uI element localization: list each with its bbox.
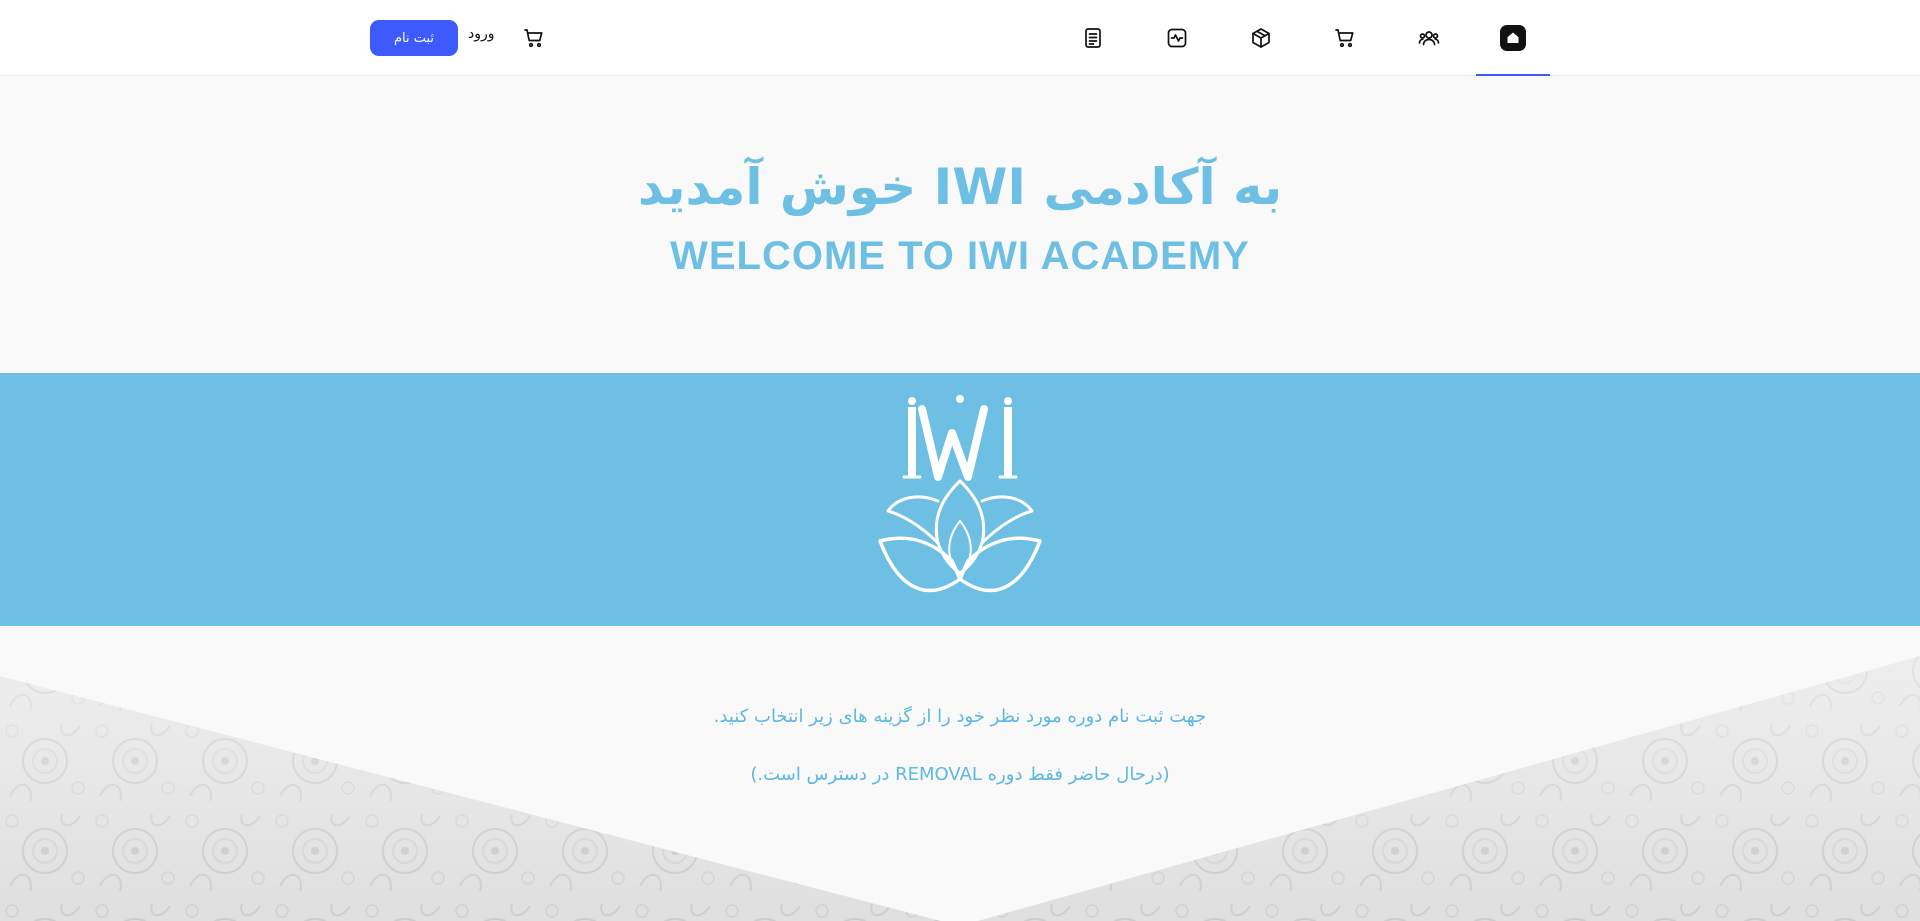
nav-activity[interactable] [1140, 0, 1214, 76]
login-link[interactable]: ورود [468, 26, 495, 42]
box-icon [1252, 28, 1270, 48]
shopping-cart-icon [1335, 29, 1354, 48]
nav-cart[interactable] [1308, 0, 1382, 76]
course-availability-note: (درحال حاضر فقط دوره REMOVAL در دسترس اس… [750, 764, 1170, 785]
top-navbar: ورود ثبت نام [0, 0, 1920, 76]
shopping-cart-icon [524, 29, 543, 48]
cart-button[interactable] [520, 24, 548, 52]
welcome-title-en: WELCOME TO IWI ACADEMY [670, 234, 1250, 278]
home-icon [1500, 25, 1526, 51]
users-icon [1418, 31, 1440, 46]
iwi-lotus-logo [878, 395, 1042, 593]
document-icon [1085, 28, 1101, 48]
course-instruction-text: جهت ثبت نام دوره مورد نظر خود را از گزین… [713, 706, 1207, 727]
welcome-title-fa: به آکادمی IWI خوش آمدید [637, 158, 1283, 216]
nav-home[interactable] [1476, 0, 1550, 76]
nav-package[interactable] [1224, 0, 1298, 76]
activity-icon [1167, 28, 1187, 48]
nav-users[interactable] [1392, 0, 1466, 76]
nav-document[interactable] [1056, 0, 1130, 76]
register-button[interactable]: ثبت نام [370, 20, 458, 56]
